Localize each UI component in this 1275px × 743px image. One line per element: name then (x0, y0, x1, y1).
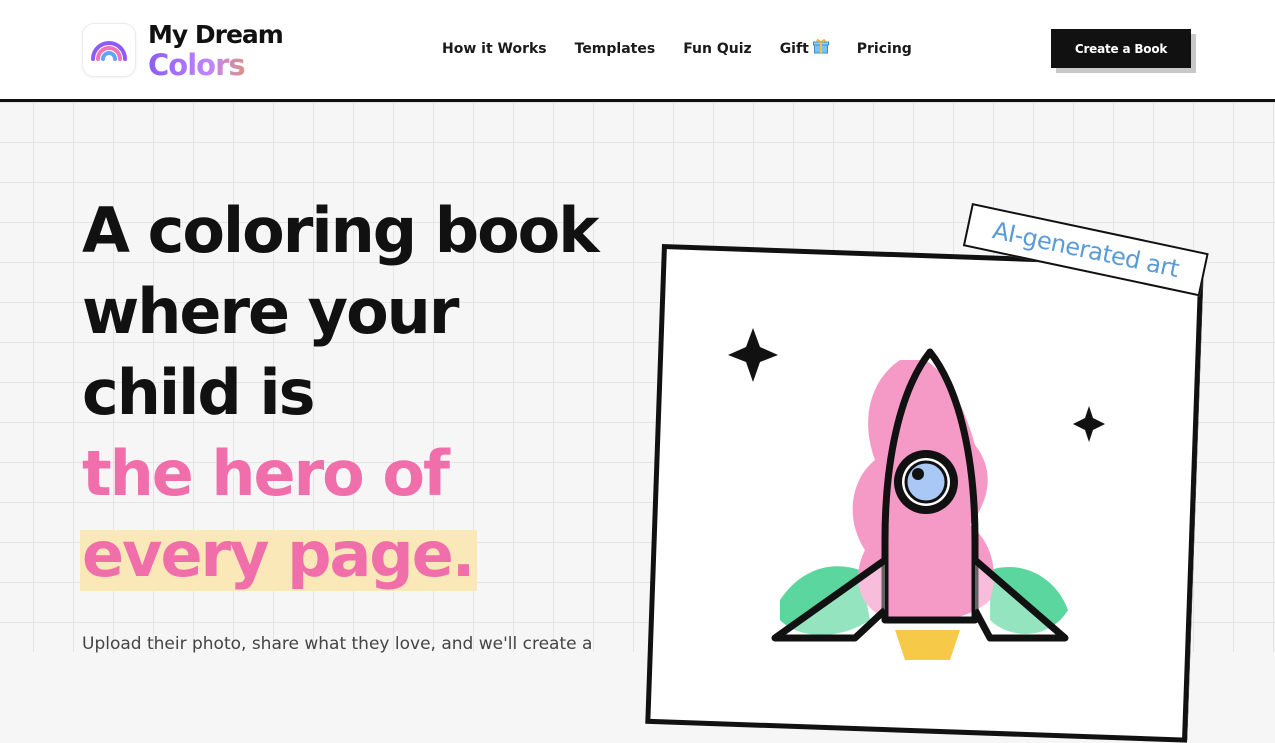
site-header: My Dream Colors How it Works Templates F… (0, 0, 1275, 102)
nav-fun-quiz[interactable]: Fun Quiz (683, 38, 752, 60)
nav-how-it-works[interactable]: How it Works (442, 38, 547, 60)
gift-icon (812, 38, 829, 60)
hero-title-line1: A coloring book (82, 194, 599, 267)
sparkle-icon-large (728, 328, 778, 382)
rocket-illustration (700, 320, 1120, 664)
create-book-button[interactable]: Create a Book (1051, 29, 1191, 68)
brand-name-line1: My Dream (148, 20, 284, 49)
nav-templates[interactable]: Templates (575, 38, 656, 60)
hero-title-line3: child is (82, 356, 316, 429)
sparkle-icon-small (1073, 406, 1105, 442)
hero-title-line2: where your (82, 275, 459, 348)
brand-logo[interactable]: My Dream Colors (82, 20, 284, 80)
nav-gift[interactable]: Gift (780, 38, 829, 60)
nav-pricing[interactable]: Pricing (857, 38, 912, 60)
hero-title: A coloring book where your child is the … (79, 190, 599, 595)
brand-name-line2: Colors (148, 50, 283, 80)
hero-highlight-line2: every page. (79, 514, 478, 595)
rocket-window (894, 450, 958, 514)
main-nav: How it Works Templates Fun Quiz Gift Pri… (442, 38, 940, 60)
rocket-exhaust (895, 630, 960, 660)
nav-gift-label: Gift (779, 41, 809, 57)
hero-subtext: Upload their photo, share what they love… (82, 634, 593, 654)
hero-highlight-line1: the hero of (82, 437, 450, 510)
rainbow-icon (82, 23, 136, 77)
